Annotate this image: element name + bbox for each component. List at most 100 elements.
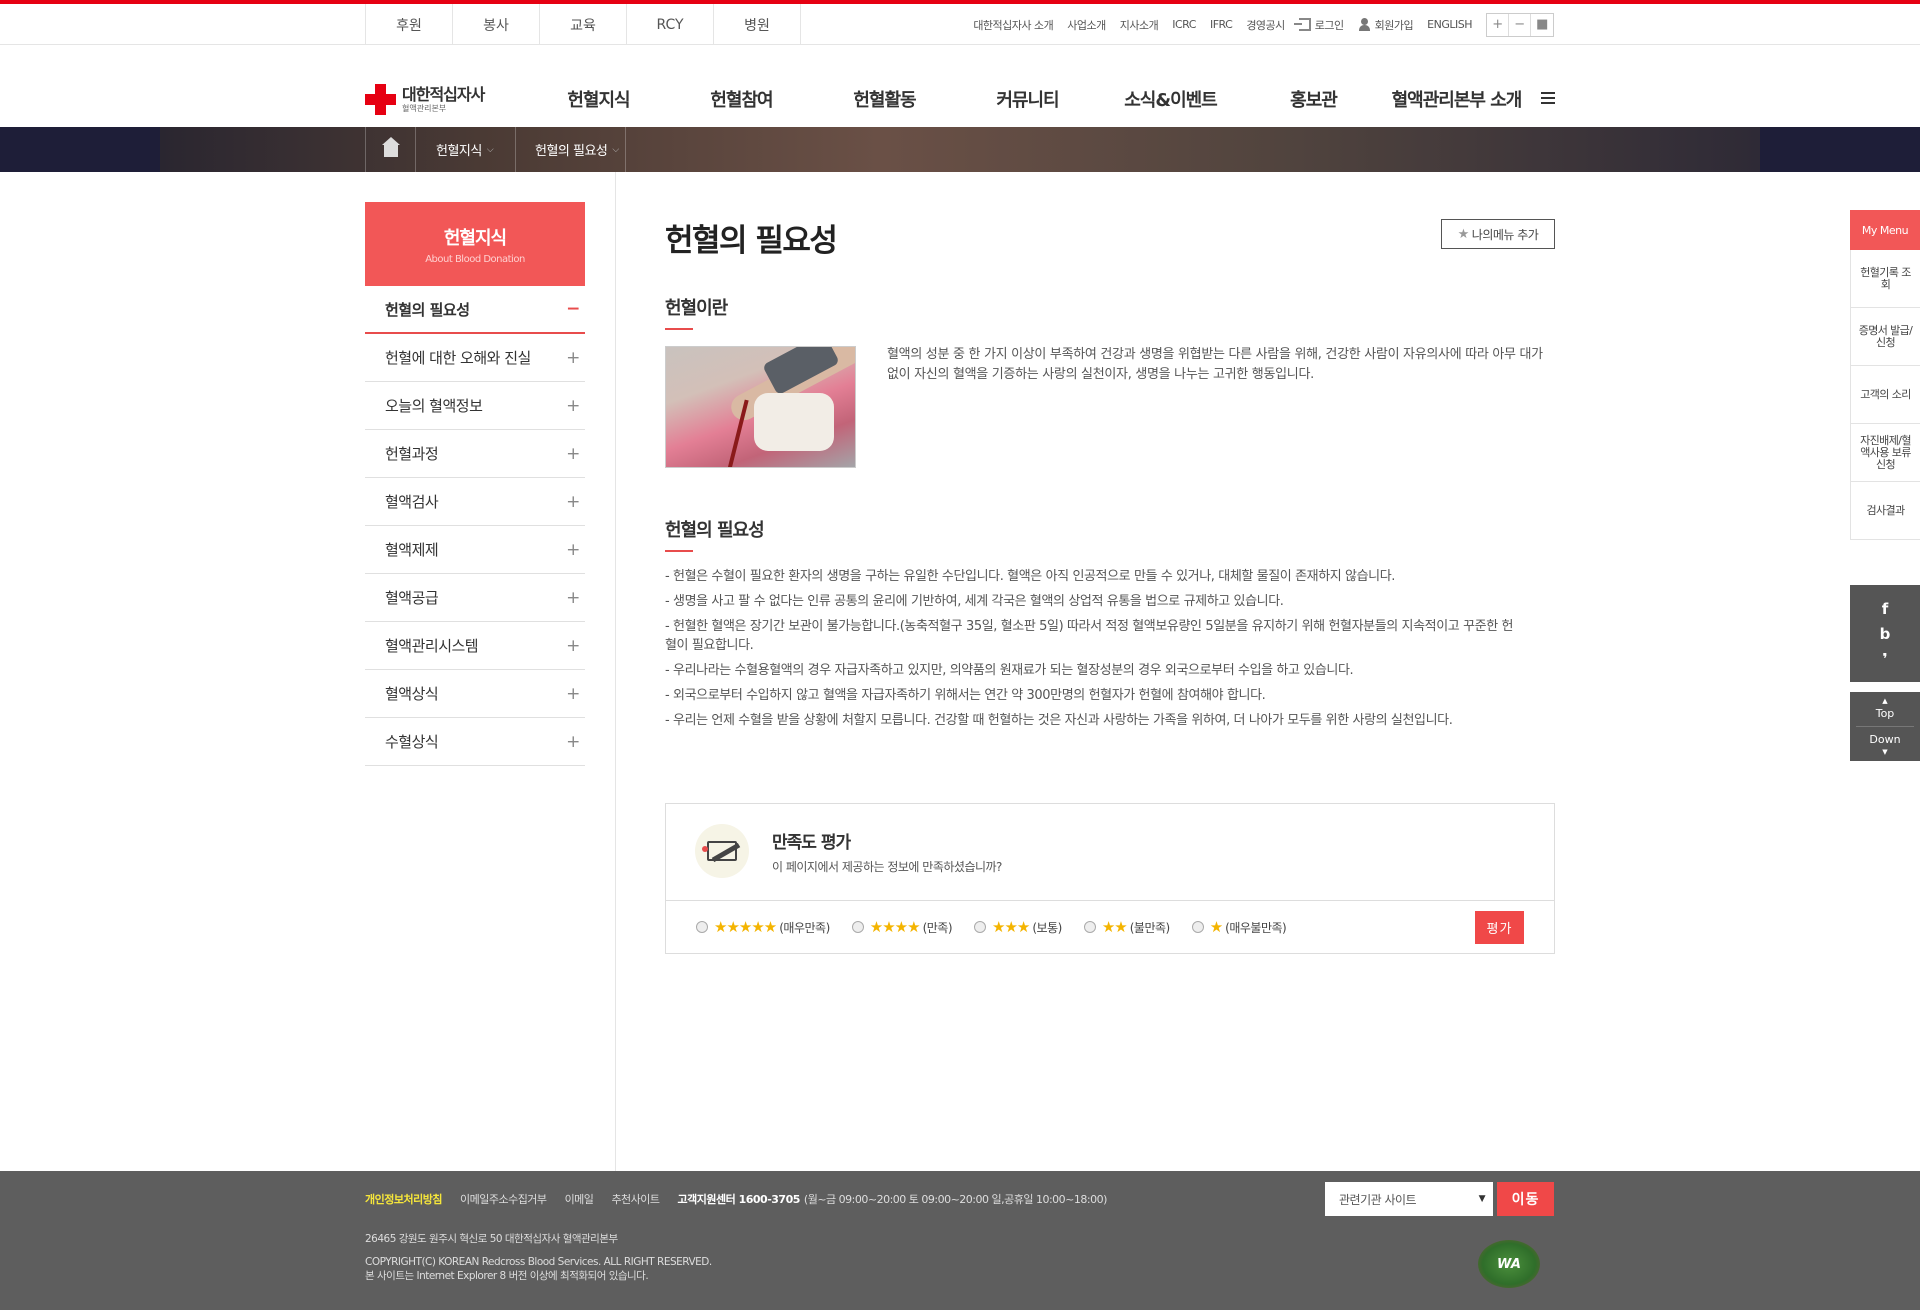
quick-donation-record[interactable]: 헌혈기록 조회 <box>1850 250 1920 308</box>
gnb-item-community[interactable]: 커뮤니티 <box>956 86 1099 112</box>
satisfaction-survey: 만족도 평가 이 페이지에서 제공하는 정보에 만족하셨습니까? ★★★★★ (매… <box>665 803 1555 954</box>
breadcrumb-level1-label: 헌혈지식 <box>436 144 482 159</box>
lnb-item-today-blood[interactable]: 오늘의 혈액정보 + <box>365 382 585 430</box>
rating-stars-icon: ★ <box>1209 918 1223 936</box>
blog-icon[interactable]: b <box>1880 625 1891 643</box>
hamburger-menu-icon[interactable] <box>1541 92 1555 104</box>
quick-link-hospital[interactable]: 병원 <box>714 4 801 45</box>
quick-customer-voice[interactable]: 고객의 소리 <box>1850 366 1920 424</box>
star-icon: ★ <box>1457 226 1470 242</box>
related-sites-select[interactable]: 관련기관 사이트 ▼ <box>1325 1182 1493 1216</box>
my-menu-panel: My Menu 헌혈기록 조회 증명서 발급/신청 고객의 소리 자진배제/혈액… <box>1850 210 1920 540</box>
radio-button[interactable] <box>974 921 987 933</box>
rating-option-dissatisfied[interactable]: ★★ (불만족) <box>1083 918 1170 936</box>
lnb-item-transfusion-facts[interactable]: 수혈상식 + <box>365 718 585 766</box>
login-link[interactable]: 로그인 <box>1293 17 1344 33</box>
util-link-icrc[interactable]: ICRC <box>1172 18 1196 31</box>
gnb-item-participation[interactable]: 헌혈참여 <box>670 86 813 112</box>
lnb-item-system[interactable]: 혈액관리시스템 + <box>365 622 585 670</box>
gnb-item-news-events[interactable]: 소식&이벤트 <box>1099 86 1242 112</box>
chevron-down-icon: ▼ <box>1882 748 1888 756</box>
lnb-item-necessity[interactable]: 헌혈의 필요성 − <box>365 286 585 334</box>
my-menu-title[interactable]: My Menu <box>1850 210 1920 250</box>
lnb-item-process[interactable]: 헌혈과정 + <box>365 430 585 478</box>
rating-stars-icon: ★★★ <box>992 918 1030 936</box>
util-link-branches[interactable]: 지사소개 <box>1120 17 1159 33</box>
necessity-list: - 헌혈은 수혈이 필요한 환자의 생명을 구하는 유일한 수단입니다. 혈액은… <box>665 567 1515 736</box>
logo-name: 대한적십자사 <box>402 84 485 104</box>
zoom-out-button[interactable]: − <box>1509 13 1531 36</box>
section-heading-necessity: 헌혈의 필요성 <box>665 516 765 552</box>
lnb-item-label: 헌혈에 대한 오해와 진실 <box>385 349 531 367</box>
quick-link-rcy[interactable]: RCY <box>627 4 714 45</box>
rating-label: (불만족) <box>1129 920 1170 935</box>
radio-button[interactable] <box>1083 921 1096 933</box>
quick-link-volunteer[interactable]: 봉사 <box>453 4 540 45</box>
lnb-item-label: 혈액관리시스템 <box>385 637 479 655</box>
lnb-item-myths[interactable]: 헌혈에 대한 오해와 진실 + <box>365 334 585 382</box>
lnb-item-label: 혈액검사 <box>385 493 439 511</box>
lnb-item-testing[interactable]: 혈액검사 + <box>365 478 585 526</box>
minus-icon: − <box>566 299 580 319</box>
plus-icon: + <box>566 491 580 512</box>
local-nav: 헌혈의 필요성 − 헌혈에 대한 오해와 진실 + 오늘의 혈액정보 + 헌혈과정 + … <box>365 286 585 766</box>
list-item: - 헌혈한 혈액은 장기간 보관이 불가능합니다.(농축적혈구 35일, 혈소판… <box>665 619 1514 653</box>
zoom-reset-button[interactable]: ■ <box>1531 14 1553 36</box>
util-link-disclosure[interactable]: 경영공시 <box>1246 17 1285 33</box>
rating-option-neutral[interactable]: ★★★ (보통) <box>974 918 1062 936</box>
lnb-item-blood-facts[interactable]: 혈액상식 + <box>365 670 585 718</box>
privacy-policy-link[interactable]: 개인정보처리방침 <box>365 1191 442 1207</box>
scroll-down-button[interactable]: Down <box>1869 733 1900 746</box>
footer-links: 개인정보처리방침 이메일주소수집거부 이메일 추천사이트 고객지원센터 1600… <box>365 1191 1107 1207</box>
english-link[interactable]: ENGLISH <box>1427 18 1472 31</box>
quick-test-results[interactable]: 검사결과 <box>1850 482 1920 540</box>
email-link[interactable]: 이메일 <box>565 1191 594 1207</box>
email-refuse-link[interactable]: 이메일주소수집거부 <box>460 1191 547 1207</box>
facebook-icon[interactable]: f <box>1882 600 1889 618</box>
radio-button[interactable] <box>1191 921 1204 933</box>
lnb-item-label: 헌혈과정 <box>385 445 439 463</box>
story-icon[interactable]: ❜ <box>1882 650 1887 668</box>
rating-stars-icon: ★★ <box>1101 918 1128 936</box>
lnb-item-label: 혈액상식 <box>385 685 439 703</box>
quick-links: 후원 봉사 교육 RCY 병원 <box>365 4 801 45</box>
gnb-item-pr[interactable]: 홍보관 <box>1242 86 1385 112</box>
breadcrumb-level1[interactable]: 헌혈지식 ⌵ <box>416 127 516 172</box>
plus-icon: + <box>566 587 580 608</box>
go-button[interactable]: 이동 <box>1497 1182 1554 1216</box>
gnb-item-about[interactable]: 혈액관리본부 소개 <box>1385 86 1528 112</box>
site-logo[interactable]: 대한적십자사 혈액관리본부 <box>365 84 485 115</box>
recommend-link[interactable]: 추천사이트 <box>611 1191 660 1207</box>
quick-certificate[interactable]: 증명서 발급/신청 <box>1850 308 1920 366</box>
gnb-item-knowledge[interactable]: 헌혈지식 <box>527 86 670 112</box>
add-to-my-menu-button[interactable]: ★ 나의메뉴 추가 <box>1441 219 1555 249</box>
util-link-about[interactable]: 대한적십자사 소개 <box>973 17 1053 33</box>
breadcrumb-level2[interactable]: 헌혈의 필요성 ⌵ <box>516 127 626 172</box>
quick-link-donation[interactable]: 후원 <box>366 4 453 45</box>
content-divider <box>615 172 616 1172</box>
scroll-top-button[interactable]: Top <box>1876 707 1895 720</box>
survey-icon-dot <box>702 846 708 852</box>
submit-rating-button[interactable]: 평가 <box>1475 911 1524 944</box>
rating-option-very-satisfied[interactable]: ★★★★★ (매우만족) <box>696 918 830 936</box>
quick-link-education[interactable]: 교육 <box>540 4 627 45</box>
list-item: - 헌혈은 수혈이 필요한 환자의 생명을 구하는 유일한 수단입니다. 혈액은… <box>665 569 1396 584</box>
signup-link[interactable]: 회원가입 <box>1358 17 1414 33</box>
radio-button[interactable] <box>696 921 708 933</box>
breadcrumb-home[interactable] <box>366 127 416 172</box>
chevron-up-icon: ▲ <box>1882 697 1888 705</box>
util-link-ifrc[interactable]: IFRC <box>1210 18 1233 31</box>
quick-self-exclusion[interactable]: 자진배제/혈액사용 보류신청 <box>1850 424 1920 482</box>
lnb-item-products[interactable]: 혈액제제 + <box>365 526 585 574</box>
gnb-item-activity[interactable]: 헌혈활동 <box>813 86 956 112</box>
radio-button[interactable] <box>851 921 864 933</box>
page-title: 헌혈의 필요성 <box>665 223 838 259</box>
lnb-subtitle: About Blood Donation <box>425 254 525 265</box>
lnb-item-supply[interactable]: 혈액공급 + <box>365 574 585 622</box>
user-icon <box>1358 18 1371 31</box>
util-link-business[interactable]: 사업소개 <box>1067 17 1106 33</box>
zoom-in-button[interactable]: + <box>1487 13 1509 36</box>
rating-option-satisfied[interactable]: ★★★★ (만족) <box>851 918 953 936</box>
rating-label: (보통) <box>1032 920 1062 935</box>
rating-option-very-dissatisfied[interactable]: ★ (매우불만족) <box>1191 918 1287 936</box>
